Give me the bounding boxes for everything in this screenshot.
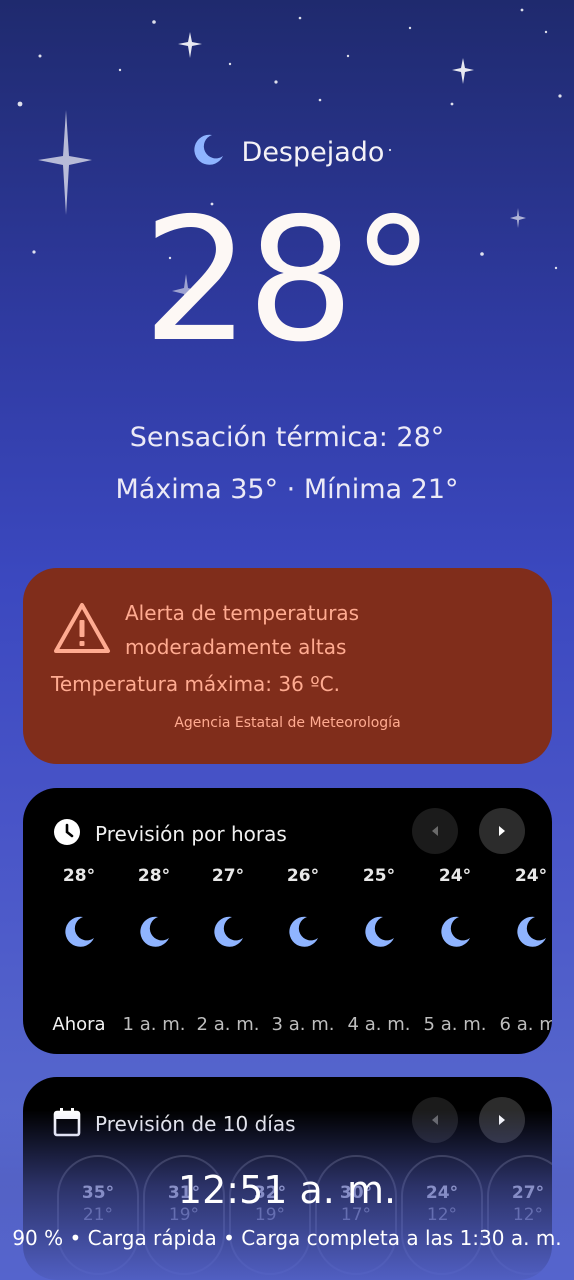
hourly-next-button[interactable] — [479, 808, 525, 854]
moon-icon — [65, 916, 94, 947]
hour-item[interactable]: 24° 5 a. m. — [417, 864, 493, 1035]
hour-label: 4 a. m. — [347, 1014, 411, 1035]
hour-temp: 28° — [62, 866, 96, 886]
hourly-prev-button[interactable] — [412, 808, 458, 854]
hour-item[interactable]: 27° 2 a. m. — [190, 864, 266, 1035]
hour-temp: 27° — [211, 866, 245, 886]
moon-icon — [190, 132, 226, 172]
high-low: Máxima 35° · Mínima 21° — [115, 474, 459, 505]
hourly-list: 28° Ahora 28° 1 a. m. 27° 2 a. m. 26° 3 … — [23, 864, 552, 1044]
current-temperature: 28° — [142, 182, 435, 380]
hour-label: 1 a. m. — [122, 1014, 186, 1035]
hour-label: 6 a. m. — [499, 1014, 552, 1035]
chevron-right-icon — [499, 826, 505, 836]
hour-item[interactable]: 24° 6 a. m. — [493, 864, 552, 1035]
moon-icon — [214, 916, 243, 947]
hour-temp: 24° — [514, 866, 548, 886]
hour-label: 5 a. m. — [423, 1014, 487, 1035]
charging-status: 90 % • Carga rápida • Carga completa a l… — [12, 1226, 562, 1250]
hour-item[interactable]: 26° 3 a. m. — [265, 864, 341, 1035]
weather-alert-card[interactable]: Alerta de temperaturas moderadamente alt… — [23, 568, 552, 764]
hourly-forecast-card: Previsión por horas 28° Ahora 28° 1 a. m… — [23, 788, 552, 1054]
alert-detail: Temperatura máxima: 36 ºC. — [51, 672, 340, 696]
calendar-icon — [53, 1107, 81, 1141]
hourly-header: Previsión por horas — [53, 818, 287, 850]
chevron-right-icon — [499, 1115, 505, 1125]
hour-temp: 25° — [362, 866, 396, 886]
moon-icon — [140, 916, 169, 947]
alert-title: Alerta de temperaturas moderadamente alt… — [125, 601, 360, 659]
alert-source: Agencia Estatal de Meteorología — [174, 715, 401, 731]
hour-temp: 24° — [438, 866, 472, 886]
condition-label: Despejado — [241, 136, 385, 168]
chevron-left-icon — [432, 1115, 438, 1125]
moon-icon — [365, 916, 394, 947]
hour-temp: 26° — [286, 866, 320, 886]
moon-icon — [441, 916, 470, 947]
clock-icon — [53, 818, 81, 850]
daily-prev-button[interactable] — [412, 1097, 458, 1143]
warning-icon — [53, 602, 111, 658]
hour-item[interactable]: 28° Ahora — [41, 864, 117, 1035]
moon-icon — [517, 916, 546, 947]
chevron-left-icon — [432, 826, 438, 836]
hour-temp: 28° — [137, 866, 171, 886]
hour-label: 2 a. m. — [196, 1014, 260, 1035]
lockscreen-clock: 12:51 a. m. — [177, 1168, 397, 1212]
current-condition: Despejado — [0, 132, 574, 172]
daily-next-button[interactable] — [479, 1097, 525, 1143]
hour-item[interactable]: 28° 1 a. m. — [116, 864, 192, 1035]
daily-header: Previsión de 10 días — [53, 1107, 296, 1141]
hour-label: 3 a. m. — [271, 1014, 335, 1035]
feels-like: Sensación térmica: 28° — [129, 422, 445, 453]
moon-icon — [289, 916, 318, 947]
hourly-title: Previsión por horas — [95, 822, 287, 846]
hour-label: Ahora — [52, 1014, 106, 1035]
hour-item[interactable]: 25° 4 a. m. — [341, 864, 417, 1035]
daily-title: Previsión de 10 días — [95, 1112, 296, 1136]
